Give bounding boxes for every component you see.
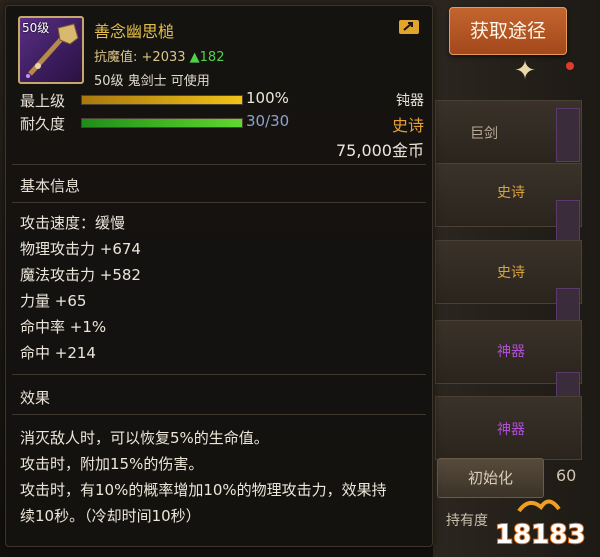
sparkle-icon: ✦ (514, 56, 536, 86)
resist-delta: ▲182 (189, 50, 225, 65)
site-logo: 18183 (494, 499, 586, 551)
initialize-button[interactable]: 初始化 (437, 458, 544, 498)
notification-dot-icon (566, 62, 574, 70)
bg-item-thumb (556, 108, 580, 162)
stat-physical-attack: 物理攻击力 +674 (20, 240, 141, 258)
item-price: 75,000金币 (336, 141, 424, 160)
get-source-button[interactable]: 获取途径 (449, 7, 567, 55)
durability-label: 耐久度 (20, 115, 66, 133)
effect-line: 消灭敌人时，可以恢复5%的生命值。 (20, 429, 269, 447)
divider (12, 164, 426, 165)
divider (12, 202, 426, 203)
stat-magic-attack: 魔法攻击力 +582 (20, 266, 141, 284)
durability-bar-fill (82, 119, 242, 127)
side-number: 60 (556, 466, 577, 485)
resist-magic: 抗魔值: +2033 ▲182 (94, 46, 224, 65)
share-icon[interactable] (398, 18, 420, 36)
effect-line: 攻击时，附加15%的伤害。 (20, 455, 204, 473)
basic-info-title: 基本信息 (20, 177, 81, 195)
bg-row-label: 神器 (497, 344, 525, 360)
divider (12, 414, 426, 415)
bg-row-label: 史诗 (497, 265, 525, 281)
effect-line: 续10秒。（冷却时间10秒） (20, 507, 201, 525)
bg-row-label: 神器 (497, 422, 525, 438)
logo-text: 18183 (495, 520, 585, 550)
stat-hit-rate: 命中率 +1% (20, 318, 107, 336)
item-rarity: 史诗 (391, 116, 424, 135)
grade-bar-fill (82, 96, 242, 104)
effect-title: 效果 (20, 389, 51, 407)
divider (12, 374, 426, 375)
bg-row-label: 巨剑 (470, 126, 498, 142)
item-tooltip: 50级 善念幽思槌 抗魔值: +2033 ▲182 50级 鬼剑士 可使用 最上… (5, 5, 433, 547)
resist-label: 抗魔值: (94, 50, 138, 65)
stat-attack-speed: 攻击速度：缓慢 (20, 214, 126, 232)
effect-line: 攻击时，有10%的概率增加10%的物理攻击力，效果持 (20, 481, 387, 499)
bg-row-label: 史诗 (497, 185, 525, 201)
stat-hit: 命中 +214 (20, 344, 96, 362)
grade-value: 100% (246, 89, 289, 107)
grade-label: 最上级 (20, 92, 66, 110)
grade-bar (81, 95, 243, 105)
durability-bar (81, 118, 243, 128)
stat-strength: 力量 +65 (20, 292, 87, 310)
item-type: 钝器 (396, 93, 424, 109)
item-name: 善念幽思槌 (94, 22, 175, 41)
durability-value: 30/30 (246, 112, 290, 130)
resist-value: +2033 (141, 50, 186, 65)
item-level-badge: 50级 (22, 21, 50, 35)
item-icon-frame: 50级 (18, 16, 84, 84)
usage-requirement: 50级 鬼剑士 可使用 (94, 74, 210, 89)
ownership-label: 持有度 (446, 513, 488, 529)
